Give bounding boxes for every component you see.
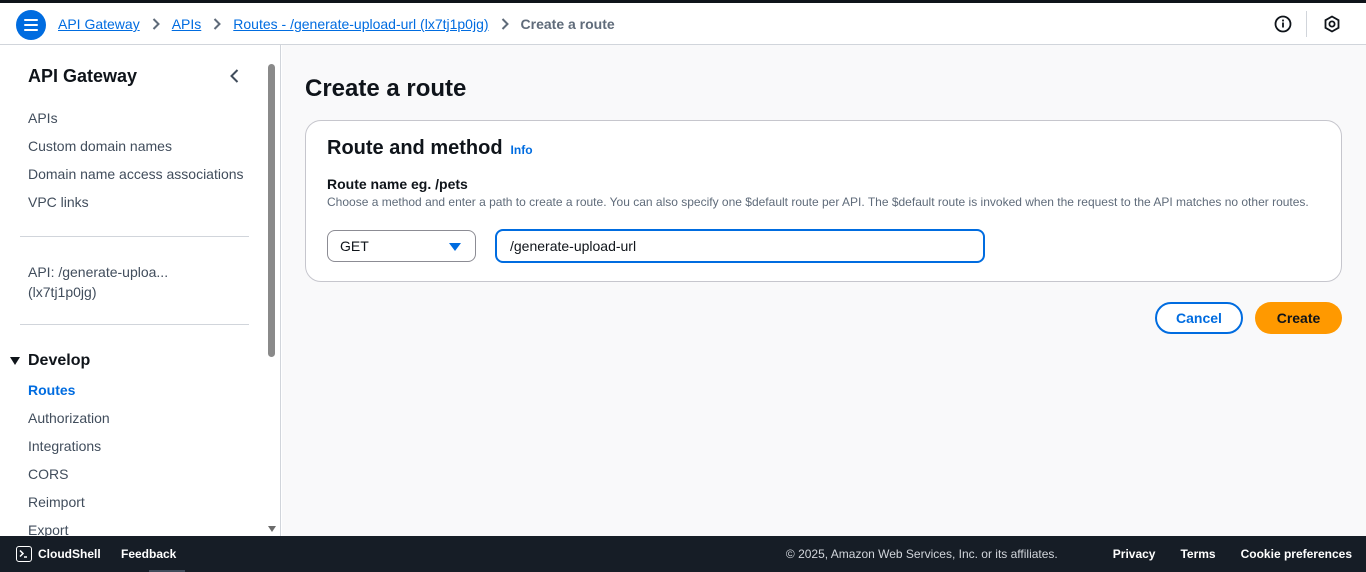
footer-link-terms[interactable]: Terms	[1180, 547, 1215, 561]
caret-down-icon	[10, 357, 20, 365]
cancel-button[interactable]: Cancel	[1155, 302, 1243, 334]
console-footer: CloudShell Feedback © 2025, Amazon Web S…	[0, 536, 1366, 572]
sidebar-item-reimport[interactable]: Reimport	[28, 494, 85, 510]
panel-title: Route and method	[327, 137, 503, 159]
sidebar-item-export[interactable]: Export	[28, 522, 68, 536]
method-select[interactable]: GET	[327, 230, 476, 262]
route-name-label: Route name eg. /pets	[327, 176, 468, 192]
chevron-right-icon	[501, 18, 509, 30]
sidebar-item-integrations[interactable]: Integrations	[28, 438, 101, 454]
page-title: Create a route	[305, 75, 467, 102]
main-content: Create a route Route and method Info Rou…	[282, 45, 1366, 536]
notifications-icon[interactable]	[1320, 12, 1344, 36]
sidebar-divider	[20, 236, 249, 237]
caret-down-icon	[449, 243, 461, 251]
menu-icon[interactable]	[16, 10, 46, 40]
sidebar-item-domain-name-access-associations[interactable]: Domain name access associations	[28, 166, 244, 182]
side-navigation: API Gateway APIs Custom domain names Dom…	[0, 45, 281, 536]
chevron-right-icon	[213, 18, 222, 30]
sidebar-item-custom-domain-names[interactable]: Custom domain names	[28, 138, 172, 154]
cloudshell-button[interactable]: CloudShell	[16, 536, 101, 572]
breadcrumb-current: Create a route	[520, 16, 615, 32]
route-and-method-panel: Route and method Info Route name eg. /pe…	[305, 120, 1342, 282]
sidebar-divider	[20, 324, 249, 325]
cloudshell-icon	[16, 546, 32, 562]
footer-link-privacy[interactable]: Privacy	[1113, 547, 1156, 561]
copyright-text: © 2025, Amazon Web Services, Inc. or its…	[785, 547, 1058, 561]
scrollbar-thumb[interactable]	[268, 64, 275, 357]
top-navigation-bar: API Gateway APIs Routes - /generate-uplo…	[0, 0, 1366, 45]
cloudshell-label: CloudShell	[38, 547, 101, 561]
sidebar-scrollbar[interactable]	[266, 60, 277, 536]
breadcrumb-apis[interactable]: APIs	[172, 16, 202, 32]
scroll-down-arrow-icon[interactable]	[268, 526, 276, 532]
sidebar-section-develop[interactable]: Develop	[10, 352, 90, 370]
footer-link-cookie-preferences[interactable]: Cookie preferences	[1241, 547, 1352, 561]
header-actions	[1271, 3, 1344, 45]
sidebar-item-apis[interactable]: APIs	[28, 110, 58, 126]
create-button[interactable]: Create	[1255, 302, 1342, 334]
sidebar-item-cors[interactable]: CORS	[28, 466, 68, 482]
info-link[interactable]: Info	[511, 143, 533, 157]
breadcrumb: API Gateway APIs Routes - /generate-uplo…	[58, 3, 615, 45]
sidebar-api-selector[interactable]: API: /generate-uploa... (lx7tj1p0jg)	[28, 262, 228, 302]
info-icon[interactable]	[1271, 12, 1295, 36]
route-path-input[interactable]	[495, 229, 985, 263]
route-name-description: Choose a method and enter a path to crea…	[327, 195, 1309, 209]
chevron-right-icon	[152, 18, 160, 30]
header-divider	[1306, 11, 1307, 37]
breadcrumb-api-gateway[interactable]: API Gateway	[58, 16, 140, 32]
chevron-left-icon[interactable]	[226, 67, 244, 85]
footer-links: © 2025, Amazon Web Services, Inc. or its…	[786, 536, 1352, 572]
panel-header: Route and method Info	[327, 137, 533, 160]
feedback-button[interactable]: Feedback	[121, 536, 176, 572]
sidebar-item-vpc-links[interactable]: VPC links	[28, 194, 89, 210]
sidebar-title: API Gateway	[28, 66, 138, 86]
sidebar-item-routes[interactable]: Routes	[28, 382, 75, 398]
breadcrumb-routes[interactable]: Routes - /generate-upload-url (lx7tj1p0j…	[233, 16, 488, 32]
sidebar-item-authorization[interactable]: Authorization	[28, 410, 110, 426]
method-select-value: GET	[340, 238, 369, 254]
sidebar-section-label: Develop	[28, 352, 91, 369]
